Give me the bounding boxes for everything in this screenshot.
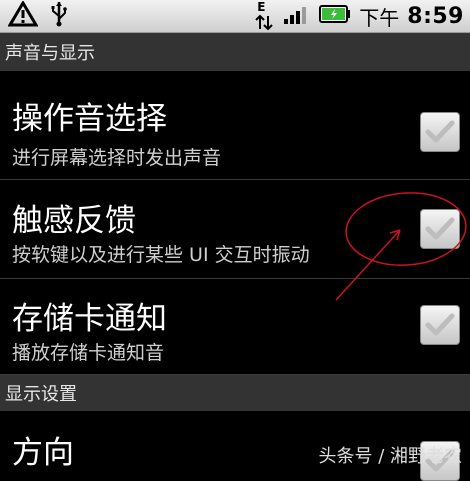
checkbox-operation-sound[interactable] <box>420 112 460 152</box>
clock-time: 8:59 <box>407 3 464 29</box>
battery-icon <box>319 4 351 28</box>
setting-summary: 播放存储卡通知音 <box>12 342 165 364</box>
section-header-sound-display: 声音与显示 <box>0 33 470 71</box>
checkbox-haptic-feedback[interactable] <box>420 209 460 249</box>
warning-icon <box>7 0 39 31</box>
section-header-label: 声音与显示 <box>5 43 95 64</box>
network-data-icon: E <box>253 0 275 30</box>
setting-row-sdcard-notification[interactable]: 存储卡通知 播放存储卡通知音 <box>0 279 470 375</box>
clock-ampm: 下午 <box>359 5 400 30</box>
signal-icon <box>283 3 311 29</box>
watermark: 头条号 / 湘野老农 <box>318 446 462 467</box>
setting-row-operation-sound[interactable]: 操作音选择 进行屏幕选择时发出声音 <box>0 71 470 180</box>
setting-title: 存储卡通知 <box>12 301 167 337</box>
checkbox-sdcard-notification[interactable] <box>420 305 460 345</box>
usb-icon <box>50 1 68 31</box>
setting-title: 方向 <box>12 435 74 471</box>
section-header-label: 显示设置 <box>5 384 77 405</box>
section-header-display-settings: 显示设置 <box>0 375 470 411</box>
setting-row-haptic-feedback[interactable]: 触感反馈 按软键以及进行某些 UI 交互时振动 <box>0 180 470 279</box>
check-icon <box>425 313 455 336</box>
setting-summary: 进行屏幕选择时发出声音 <box>12 147 222 169</box>
check-icon <box>425 120 455 143</box>
status-bar: E 下午 8:59 <box>0 0 470 33</box>
setting-summary: 按软键以及进行某些 UI 交互时振动 <box>12 244 310 266</box>
setting-title: 触感反馈 <box>12 203 136 239</box>
setting-title: 操作音选择 <box>12 101 167 137</box>
check-icon <box>425 217 455 240</box>
